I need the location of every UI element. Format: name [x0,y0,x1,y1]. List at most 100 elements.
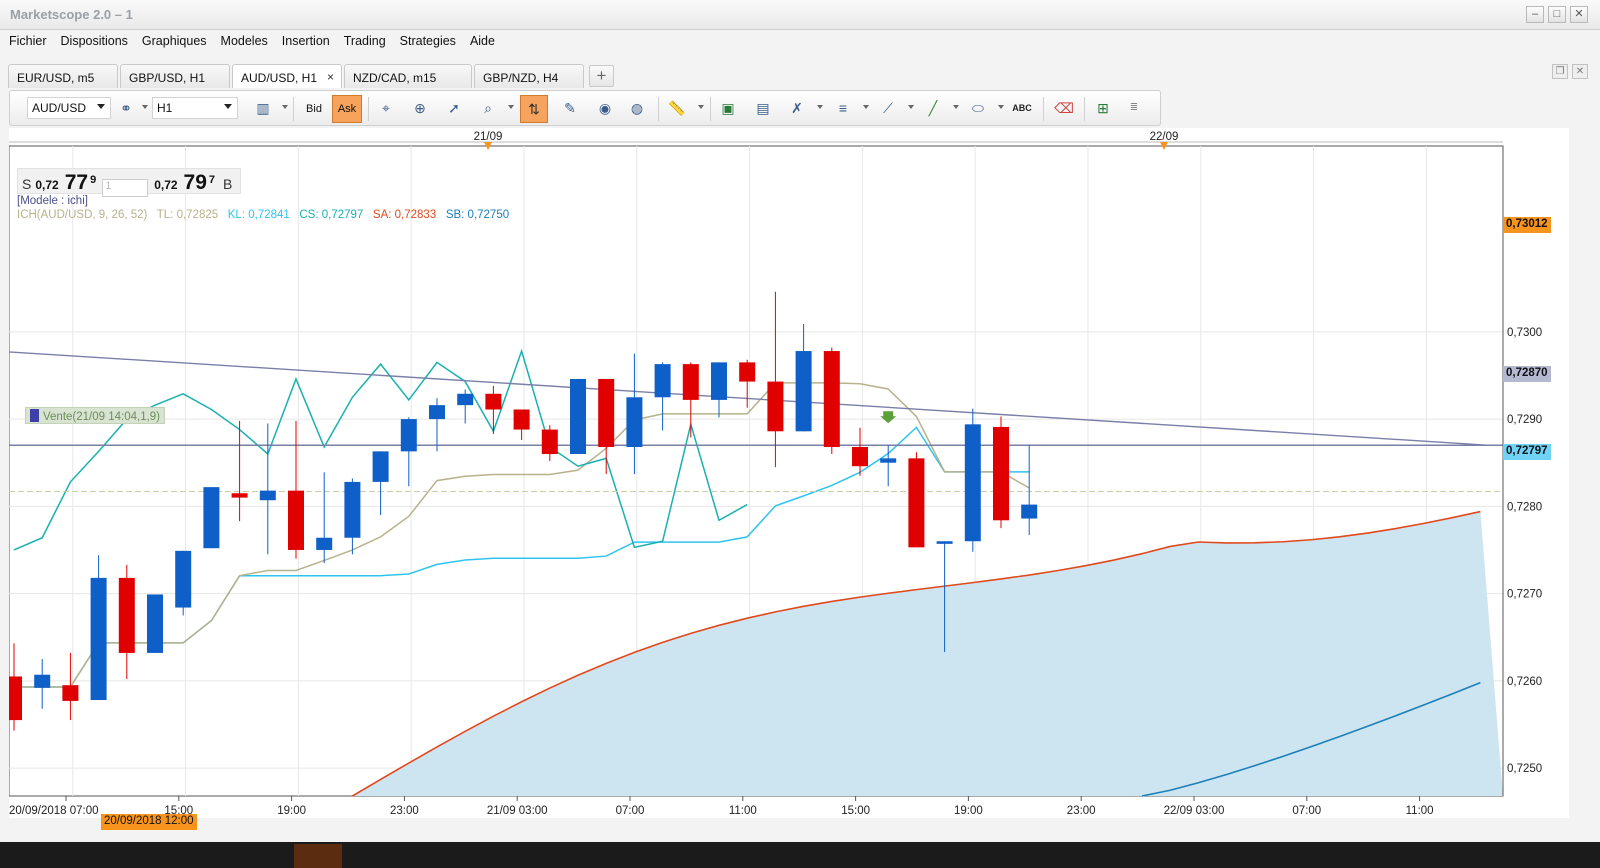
pointer-icon[interactable]: ➚ [444,98,464,118]
candle-body[interactable] [316,537,333,550]
chart-toolbar: AUD/USD ⚭ H1 ▥ Bid Ask ⌖ ⊕ ➚ ⌕ ⇅ ✎ ◉ ◍ 📏… [9,90,1161,126]
candle-body[interactable] [823,351,840,448]
candle-body[interactable] [795,351,812,432]
candle-body[interactable] [118,577,135,653]
candle-body[interactable] [880,458,897,463]
close-chart-icon[interactable]: ✕ [1572,64,1588,79]
timeframe-select[interactable]: H1 [152,97,238,119]
sell-label[interactable]: S [22,176,31,192]
print-icon[interactable]: ▤ [753,98,773,118]
line-draw-icon[interactable]: ╱ [923,98,943,118]
symbol-select[interactable]: AUD/USD [27,97,111,119]
autoscroll-button[interactable]: ⇅ [520,95,548,123]
sell-order-label[interactable]: Vente(21/09 14:04,1,9) [25,407,166,424]
maximize-button[interactable]: □ [1548,6,1566,23]
fan-icon[interactable]: ⟋ [878,98,898,118]
candle-body[interactable] [90,577,107,701]
candle-body[interactable] [852,447,868,467]
candle-body[interactable] [400,419,417,452]
candle-body[interactable] [9,676,22,721]
menu-modeles[interactable]: Modeles [221,34,268,48]
hierarchy-icon[interactable]: ⊞ [1093,98,1113,118]
menu-trading[interactable]: Trading [344,34,386,48]
indicator-icon[interactable]: ✎ [560,98,580,118]
ask-button[interactable]: Ask [332,95,362,123]
add-tab-button[interactable]: + [589,65,614,87]
ichimoku-name: ICH(AUD/USD, 9, 26, 52) [17,209,148,221]
candle-body[interactable] [231,493,248,498]
lines-icon[interactable]: ≡ [833,98,853,118]
minimize-button[interactable]: – [1526,6,1544,23]
candle-body[interactable] [344,481,361,538]
candle-body[interactable] [682,364,699,400]
candle-body[interactable] [259,490,276,501]
text-tool-icon[interactable]: ABC [1012,98,1032,118]
y-tick-label: 0,7250 [1507,763,1542,775]
trend-tools-icon[interactable]: ✗ [787,98,807,118]
tab-label: GBP/NZD, H4 [483,71,559,85]
candle-body[interactable] [626,397,643,448]
overflow-menu-icon[interactable]: ≣ [1124,98,1144,118]
chart-type-icon[interactable]: ▥ [253,98,273,118]
tab-gbp-nzd-h4[interactable]: GBP/NZD, H4 [474,64,584,88]
sell-price-pips[interactable]: 77 [65,171,88,195]
buy-price-fraction: 7 [208,174,216,186]
menu-aide[interactable]: Aide [470,34,495,48]
zoom-icon[interactable]: ⌕ [478,98,498,118]
chart-area[interactable]: 0,7250 0,7260 0,7270 0,7280 0,7290 0,7300 20/0… [9,128,1569,830]
candle-body[interactable] [203,487,220,549]
close-button[interactable]: ✕ [1570,6,1588,23]
eraser-icon[interactable]: ⌫ [1054,98,1074,118]
candle-body[interactable] [372,451,389,482]
candle-body[interactable] [485,393,502,410]
bid-button[interactable]: Bid [300,95,328,123]
sell-price-prefix: 0,72 [35,178,59,192]
candle-body[interactable] [598,378,615,448]
menu-insertion[interactable]: Insertion [282,34,330,48]
price-badge-line[interactable]: 0,72870 [1503,366,1551,382]
image-icon[interactable]: ▣ [718,98,738,118]
menu-fichier[interactable]: Fichier [9,34,47,48]
candle-body[interactable] [147,594,163,653]
eye-icon[interactable]: ◉ [595,98,615,118]
ellipse-icon[interactable]: ⬭ [968,98,988,118]
tab-gbp-usd-h1[interactable]: GBP/USD, H1 [120,64,230,88]
candle-body[interactable] [62,685,79,701]
globe-icon[interactable]: ◍ [627,98,647,118]
menu-graphiques[interactable]: Graphiques [142,34,207,48]
restore-chart-icon[interactable]: ❐ [1552,64,1568,79]
candle-body[interactable] [513,409,530,430]
candle-body[interactable] [570,378,586,454]
tab-close-icon[interactable]: × [327,70,334,84]
candle-body[interactable] [175,550,192,608]
candle-body[interactable] [654,364,671,398]
tab-label: NZD/CAD, m15 [353,71,437,85]
candle-body[interactable] [457,393,474,406]
menu-dispositions[interactable]: Dispositions [61,34,128,48]
candle-body[interactable] [541,429,558,454]
candle-body[interactable] [964,424,981,542]
menu-strategies[interactable]: Strategies [400,34,456,48]
candle-body[interactable] [1021,504,1038,519]
ruler-icon[interactable]: 📏 [667,98,687,118]
tab-nzd-cad-m15[interactable]: NZD/CAD, m15 [344,64,472,88]
amount-input[interactable]: 1 [102,179,149,197]
candlestick-chart[interactable]: 0,7250 0,7260 0,7270 0,7280 0,7290 0,7300 20/0… [9,128,1569,818]
candle-body[interactable] [429,405,445,420]
candle-body[interactable] [739,362,756,382]
buy-label[interactable]: B [223,176,232,192]
candle-body[interactable] [993,426,1009,521]
x-tick-label: 07:00 [616,805,645,817]
tab-eur-usd-m5[interactable]: EUR/USD, m5 [8,64,118,88]
candle-body[interactable] [936,541,953,544]
crosshair-icon[interactable]: ⌖ [376,98,396,118]
link-icon[interactable]: ⚭ [116,98,136,118]
candle-body[interactable] [34,674,51,688]
zoom-in-icon[interactable]: ⊕ [410,98,430,118]
candle-body[interactable] [711,362,727,400]
buy-price-pips[interactable]: 79 [184,171,207,195]
candle-body[interactable] [288,490,304,550]
tab-aud-usd-h1[interactable]: AUD/USD, H1 × [232,64,342,88]
candle-body[interactable] [908,458,925,548]
candle-body[interactable] [767,381,784,432]
